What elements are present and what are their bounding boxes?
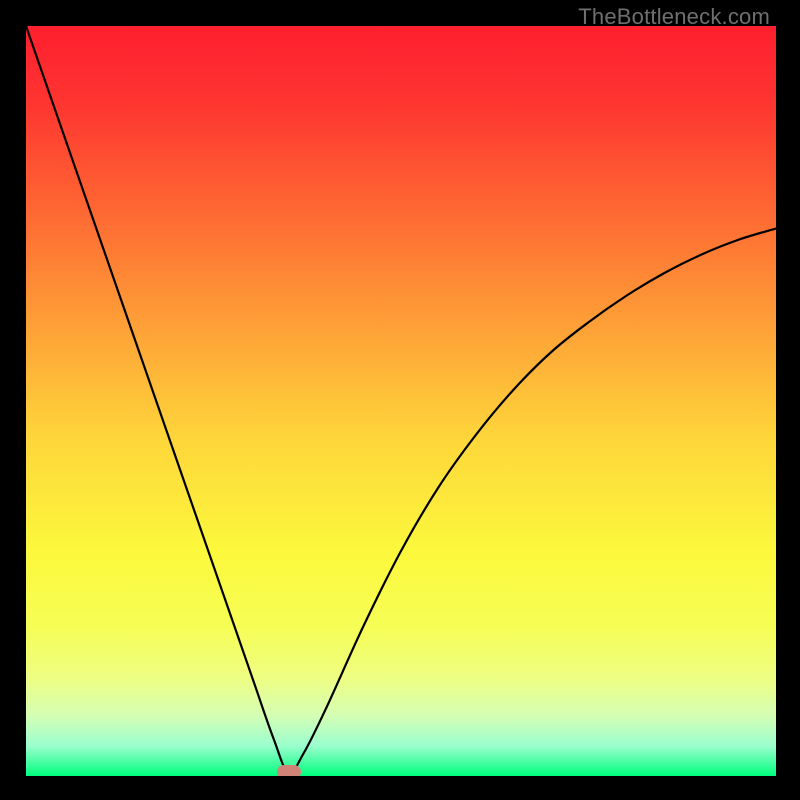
chart-frame: TheBottleneck.com <box>0 0 800 800</box>
bottleneck-curve <box>26 26 776 776</box>
minimum-marker <box>277 765 301 776</box>
watermark-text: TheBottleneck.com <box>578 4 770 30</box>
plot-area <box>26 26 776 776</box>
